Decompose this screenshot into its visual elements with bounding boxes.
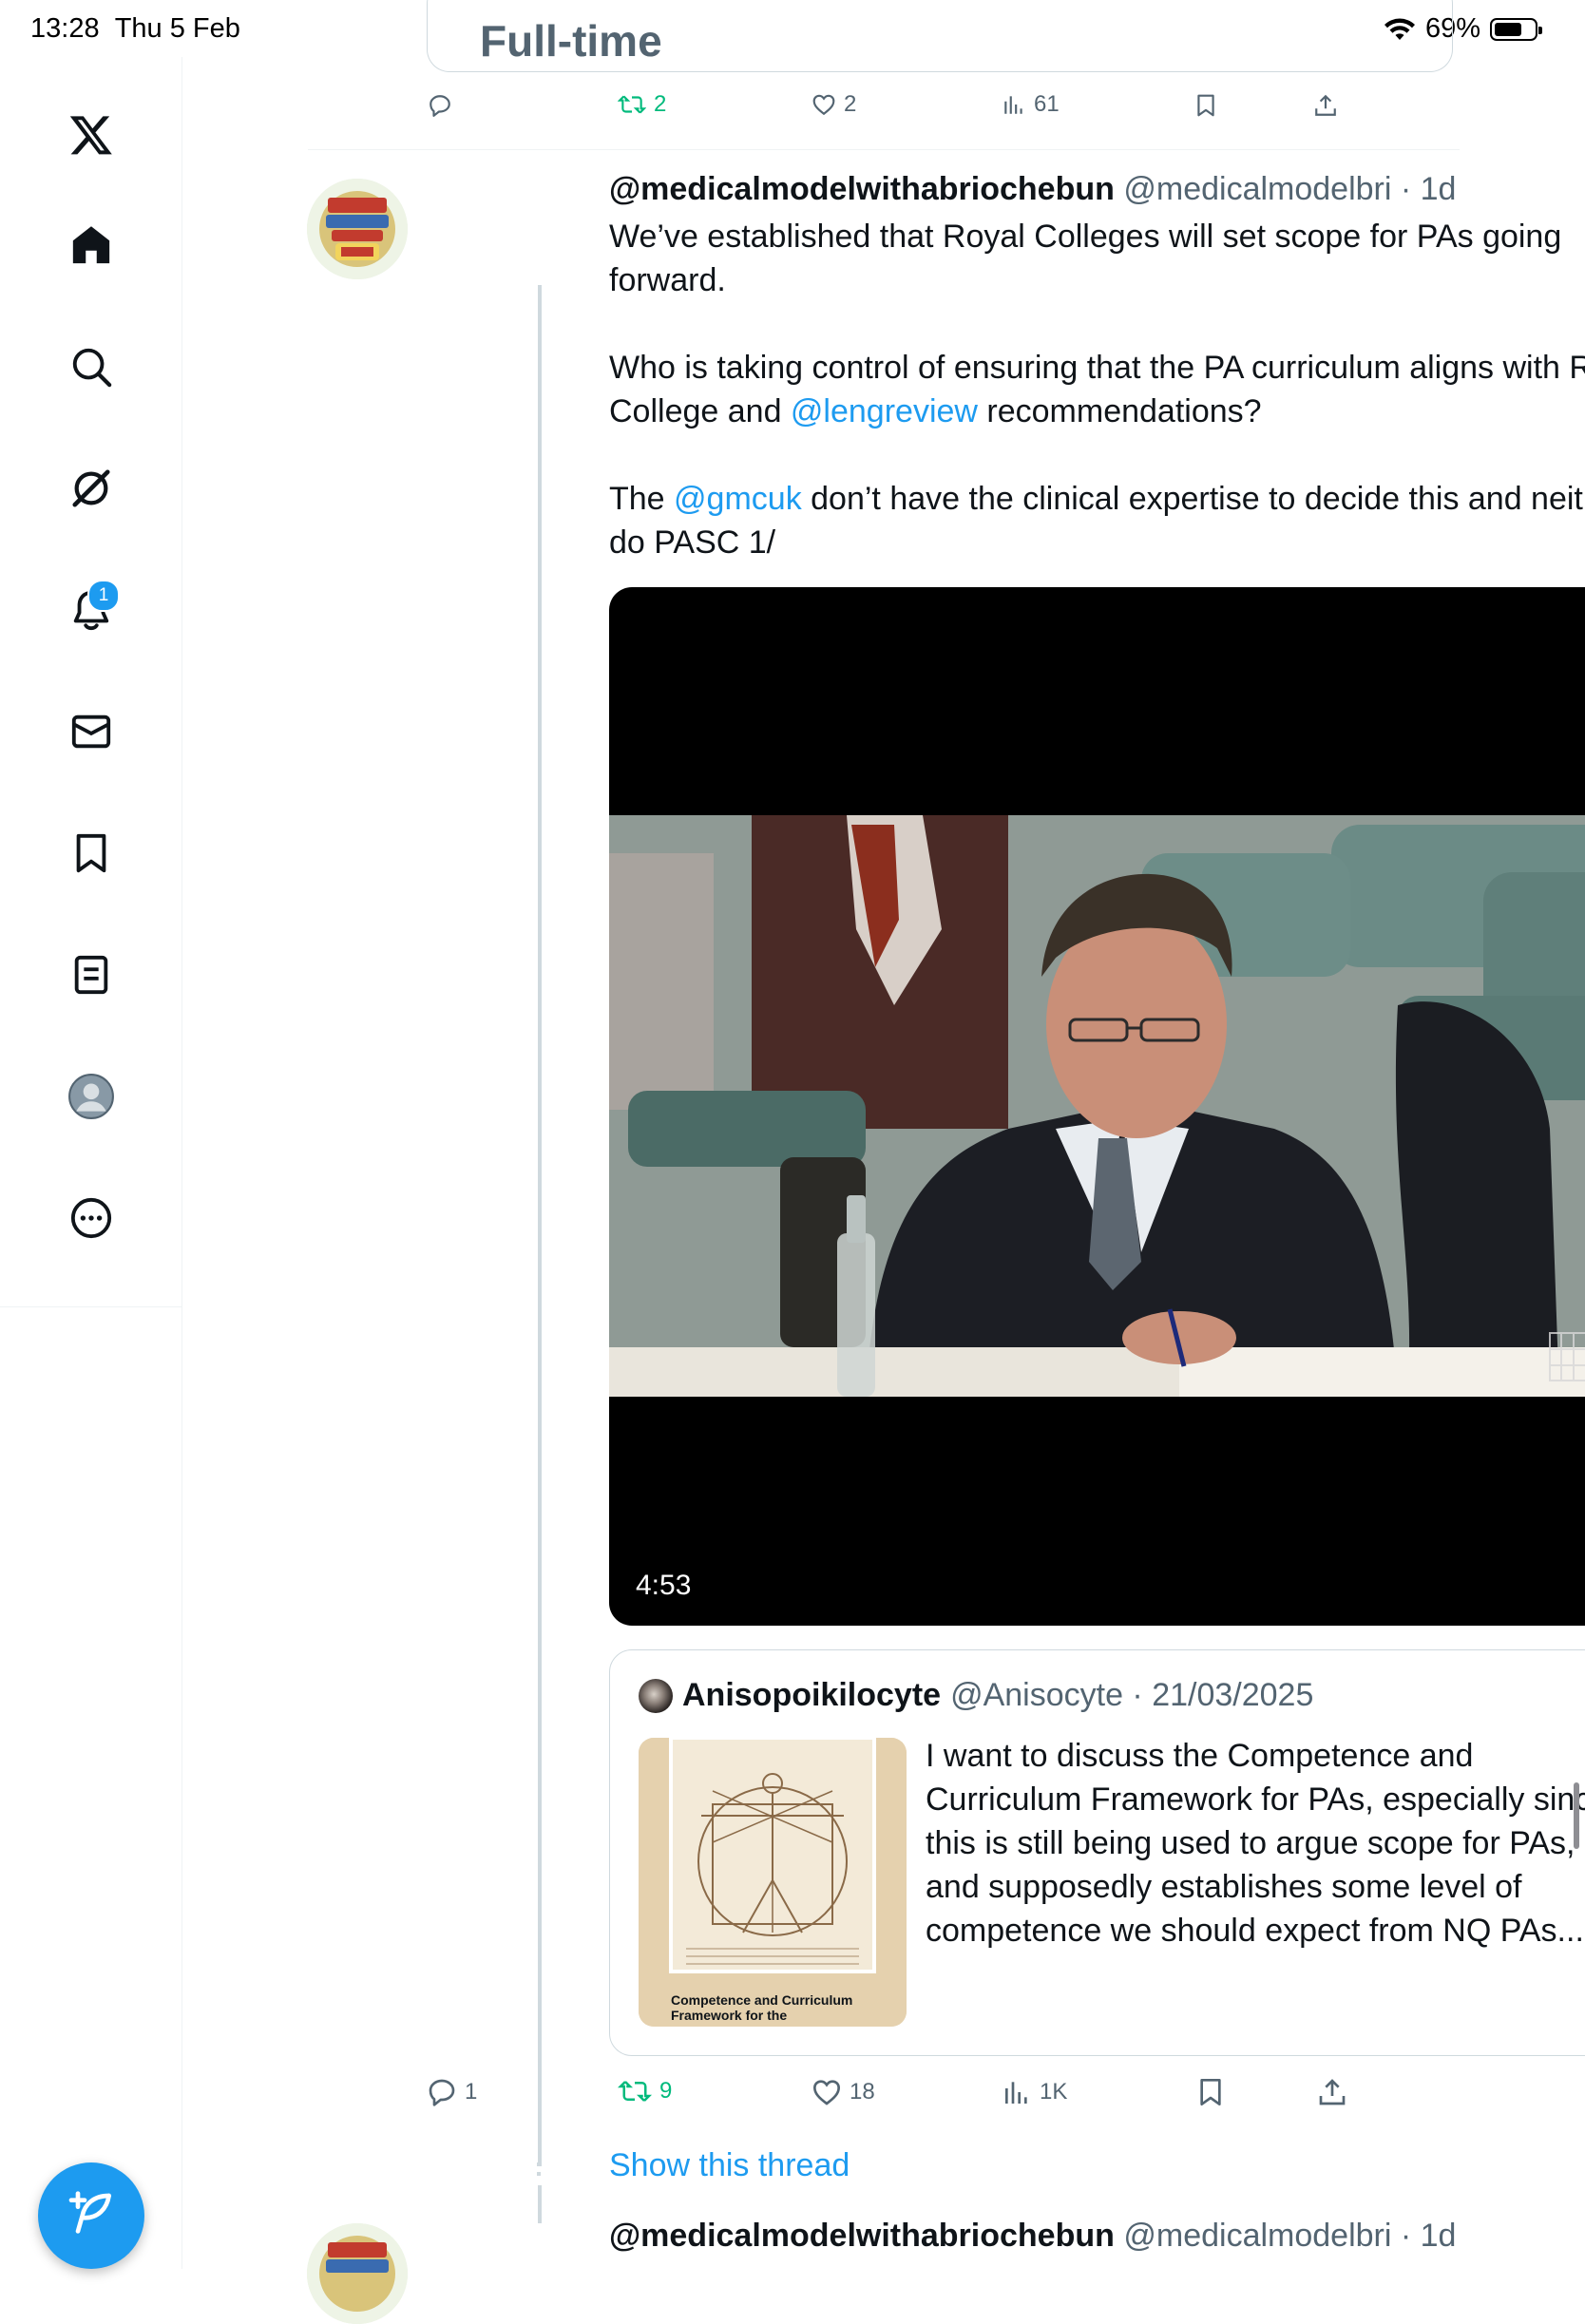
tweet-handle[interactable]: @medicalmodelbri — [1123, 171, 1391, 207]
bookmark-button[interactable] — [1195, 2077, 1226, 2107]
tweet-paragraph: Who is taking control of ensuring that t… — [609, 350, 1585, 429]
messages-icon[interactable] — [63, 703, 120, 760]
prev-like-count: 2 — [844, 91, 857, 117]
bookmark-icon — [1197, 94, 1214, 117]
quoted-display-name: Anisopoikilocyte — [682, 1677, 942, 1713]
share-icon — [1315, 94, 1336, 116]
prev-reply-button[interactable] — [428, 93, 452, 118]
thread-gap-dots — [537, 2157, 543, 2181]
repost-button[interactable]: 9 — [618, 2077, 672, 2105]
repost-icon — [618, 2081, 652, 2102]
tweet-time[interactable]: 1d — [1421, 171, 1457, 207]
views-button[interactable]: 1K — [1002, 2077, 1067, 2107]
quoted-tweet[interactable]: Anisopoikilocyte @Anisocyte · 21/03/2025 — [609, 1649, 1585, 2056]
thread-connector-line-lower — [538, 2185, 542, 2223]
thread-connector-line — [538, 285, 542, 2166]
grok-icon[interactable] — [63, 460, 120, 517]
previous-tweet-card[interactable]: Full-time — [427, 0, 1453, 72]
like-count: 18 — [850, 2079, 875, 2105]
prev-share-button[interactable] — [1313, 93, 1338, 118]
video-frame — [609, 815, 1585, 1397]
notification-badge: 1 — [87, 580, 120, 612]
next-display-name[interactable]: @medicalmodelwithabriochebun — [609, 2218, 1115, 2254]
mention-link[interactable]: @gmcuk — [674, 481, 802, 517]
timeline: Full-time 2 2 61 @medicalmodelwithabrioc… — [182, 0, 1585, 2324]
prev-repost-button[interactable]: 2 — [618, 91, 666, 118]
next-tweet-avatar[interactable] — [307, 2223, 408, 2324]
bookmarks-icon[interactable] — [63, 825, 120, 882]
quoted-thumbnail: Competence and Curriculum Framework for … — [639, 1738, 907, 2027]
repost-count: 9 — [659, 2078, 673, 2104]
reply-count: 1 — [465, 2079, 478, 2105]
reply-icon — [429, 2079, 455, 2106]
more-icon[interactable] — [63, 1190, 120, 1247]
reply-icon — [430, 95, 450, 117]
views-count: 1K — [1040, 2079, 1068, 2105]
notifications-icon[interactable]: 1 — [63, 580, 120, 638]
prev-views-count: 61 — [1034, 91, 1060, 117]
tweet-separator — [308, 149, 1460, 150]
share-icon — [1319, 2079, 1346, 2105]
bookmark-icon — [1200, 2079, 1221, 2105]
repost-icon — [618, 95, 646, 114]
mention-link[interactable]: @lengreview — [791, 393, 978, 429]
tweet-paragraph: We’ve established that Royal Colleges wi… — [609, 219, 1562, 298]
prev-views-button[interactable]: 61 — [1002, 91, 1060, 118]
video-duration: 4:53 — [636, 1570, 692, 1601]
thumbnail-caption: Framework for the — [671, 2008, 788, 2023]
views-icon — [1005, 2082, 1027, 2104]
next-handle[interactable]: @medicalmodelbri — [1123, 2218, 1391, 2254]
thumbnail-caption: Competence and Curriculum — [671, 1992, 853, 2008]
tweet-text: We’ve established that Royal Colleges wi… — [609, 215, 1585, 564]
quoted-tweet-header: Anisopoikilocyte @Anisocyte · 21/03/2025 — [639, 1677, 1313, 1714]
share-button[interactable] — [1317, 2077, 1347, 2107]
compose-icon — [68, 2191, 111, 2234]
heart-icon — [812, 2080, 841, 2105]
next-tweet-header: @medicalmodelwithabriochebun @medicalmod… — [609, 2218, 1457, 2254]
heart-icon — [812, 94, 835, 116]
quoted-avatar — [639, 1678, 673, 1713]
tweet-display-name[interactable]: @medicalmodelwithabriochebun — [609, 171, 1115, 207]
video-player[interactable]: 4:53 — [609, 587, 1585, 1626]
views-icon — [1004, 96, 1022, 114]
tweet-header: @medicalmodelwithabriochebun @medicalmod… — [609, 171, 1457, 207]
previous-card-text: Full-time — [480, 16, 662, 66]
x-logo-icon[interactable] — [63, 106, 120, 163]
sidebar: 1 — [0, 57, 182, 2269]
show-thread-link[interactable]: Show this thread — [609, 2147, 850, 2184]
prev-bookmark-button[interactable] — [1194, 93, 1218, 118]
prev-like-button[interactable]: 2 — [812, 91, 856, 118]
prev-repost-count: 2 — [654, 91, 667, 117]
home-icon[interactable] — [63, 217, 120, 274]
next-time[interactable]: 1d — [1421, 2218, 1457, 2254]
search-icon[interactable] — [63, 338, 120, 395]
like-button[interactable]: 18 — [812, 2077, 875, 2107]
quoted-handle: @Anisocyte — [950, 1677, 1123, 1713]
sidebar-divider — [0, 1306, 182, 1307]
reply-button[interactable]: 1 — [427, 2077, 477, 2107]
scroll-indicator[interactable] — [1574, 1782, 1579, 1849]
tweet-avatar[interactable] — [307, 179, 408, 279]
lists-icon[interactable] — [63, 946, 120, 1003]
quoted-text: I want to discuss the Competence and Cur… — [926, 1738, 1585, 1949]
compose-button[interactable] — [38, 2162, 144, 2269]
profile-icon[interactable] — [63, 1068, 120, 1125]
tweet-paragraph: The @gmcuk don’t have the clinical exper… — [609, 481, 1585, 561]
quoted-date: 21/03/2025 — [1152, 1677, 1314, 1713]
